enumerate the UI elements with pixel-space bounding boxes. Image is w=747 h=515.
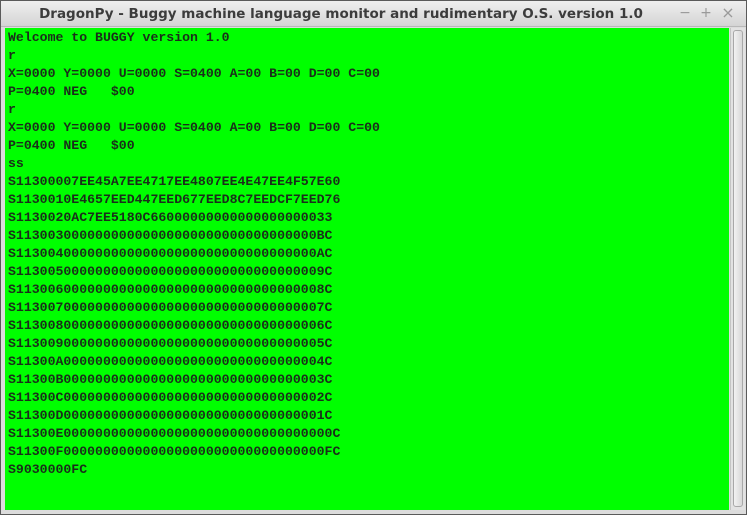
terminal-line: S11300300000000000000000000000000000000B… [8,228,333,243]
terminal-line: S113005000000000000000000000000000000009… [8,264,333,279]
terminal-line: S11300D000000000000000000000000000000001… [8,408,333,423]
terminal-output[interactable]: Welcome to BUGGY version 1.0 r X=0000 Y=00… [5,28,729,510]
terminal-line: S113006000000000000000000000000000000008… [8,282,333,297]
scrollbar-thumb[interactable] [733,30,743,507]
terminal-line: P=0400 NEG $00 [8,138,135,153]
terminal-line: S11300F000000000000000000000000000000000… [8,444,341,459]
terminal-line: X=0000 Y=0000 U=0000 S=0400 A=00 B=00 D=… [8,66,380,81]
terminal-line: X=0000 Y=0000 U=0000 S=0400 A=00 B=00 D=… [8,120,380,135]
window-title: DragonPy - Buggy machine language monito… [39,6,643,22]
terminal-line: r [8,102,16,117]
terminal-line: S11300B000000000000000000000000000000003… [8,372,333,387]
title-bar[interactable]: DragonPy - Buggy machine language monito… [1,1,746,27]
terminal-line: S113009000000000000000000000000000000005… [8,336,333,351]
app-window: DragonPy - Buggy machine language monito… [0,0,747,515]
terminal-lines: Welcome to BUGGY version 1.0 r X=0000 Y=00… [8,29,380,479]
vertical-scrollbar[interactable] [730,28,745,510]
terminal-line: S1130010E4657EED447EED677EED8C7EEDCF7EED… [8,192,341,207]
terminal-line: S11300C000000000000000000000000000000002… [8,390,333,405]
terminal-line: S11300E000000000000000000000000000000000… [8,426,341,441]
terminal-line: P=0400 NEG $00 [8,84,135,99]
terminal-line: S113008000000000000000000000000000000006… [8,318,333,333]
terminal-line: S11300007EE45A7EE4717EE4807EE4E47EE4F57E… [8,174,341,189]
close-icon[interactable]: × [720,5,736,21]
terminal-line: S113007000000000000000000000000000000007… [8,300,333,315]
terminal-line: S11300400000000000000000000000000000000A… [8,246,333,261]
terminal-line: Welcome to BUGGY version 1.0 [8,30,230,45]
terminal-line: ss [8,156,24,171]
maximize-icon[interactable]: + [698,5,714,21]
minimize-icon[interactable]: − [677,5,693,21]
terminal-line: S9030000FC [8,462,88,477]
terminal-line: r [8,48,16,63]
terminal-line: S11300A000000000000000000000000000000004… [8,354,333,369]
terminal-line: S1130020AC7EE5180C6600000000000000000003… [8,210,333,225]
